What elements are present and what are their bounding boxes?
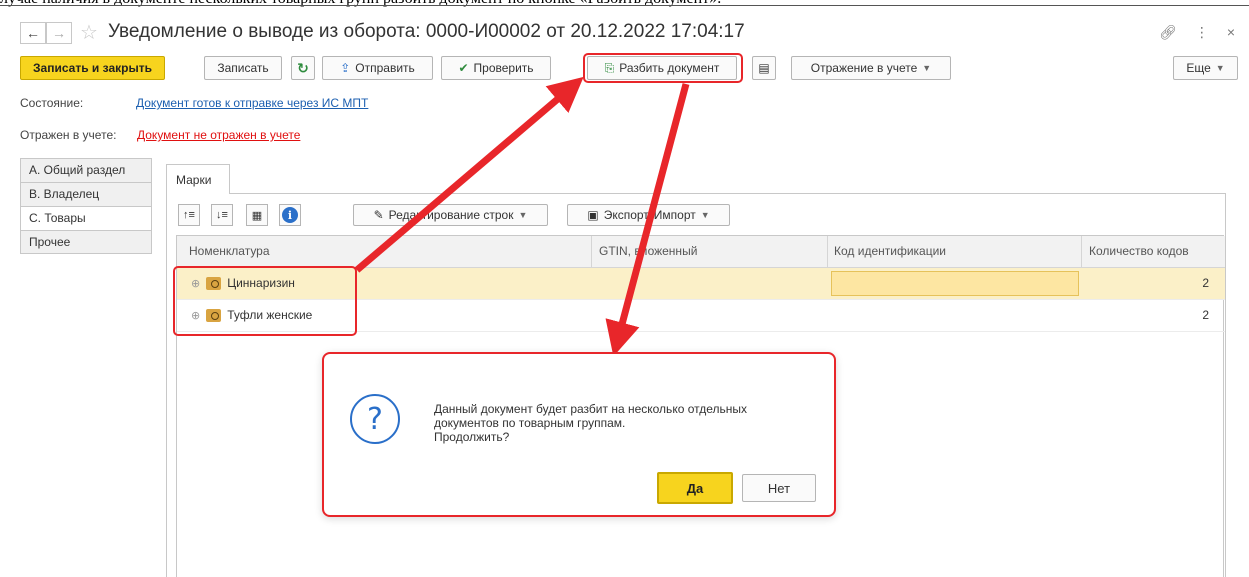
- save-and-close-button[interactable]: Записать и закрыть: [20, 56, 165, 80]
- dialog-message-line: Продолжить?: [434, 430, 510, 444]
- chevron-down-icon: ▼: [518, 210, 528, 220]
- sort-asc-button[interactable]: ↑≡: [178, 204, 200, 226]
- code-cell-active[interactable]: [831, 271, 1079, 296]
- qr-code-button[interactable]: ▦: [246, 204, 268, 226]
- state-label: Состояние:: [20, 96, 84, 110]
- save-and-close-label: Записать и закрыть: [33, 61, 152, 75]
- confirm-dialog: ? Данный документ будет разбит на нескол…: [322, 352, 836, 517]
- accounting-dropdown-button[interactable]: Отражение в учете ▼: [791, 56, 951, 80]
- export-label: Экспорт: [603, 208, 649, 222]
- info-icon: i: [282, 207, 298, 223]
- save-button[interactable]: Записать: [204, 56, 282, 80]
- info-button[interactable]: i: [279, 204, 301, 226]
- sort-asc-icon: ↑≡: [183, 209, 195, 221]
- send-icon: ⇪: [340, 61, 351, 75]
- link-icon[interactable]: 🔗︎: [1159, 24, 1177, 41]
- more-vertical-icon[interactable]: ⋮: [1195, 24, 1209, 41]
- sort-desc-button[interactable]: ↓≡: [211, 204, 233, 226]
- qr-code-icon: ▦: [251, 209, 263, 222]
- column-divider: [1081, 236, 1082, 268]
- window-controls: 🔗︎ ⋮ ×: [1159, 24, 1235, 41]
- annotation-box-split-button: [583, 53, 743, 83]
- send-button[interactable]: ⇪ Отправить: [322, 56, 433, 80]
- check-icon: ✔: [458, 61, 469, 75]
- import-label: Импорт: [653, 208, 696, 222]
- tab-marks[interactable]: Марки: [166, 164, 230, 194]
- chevron-down-icon: ▼: [922, 63, 932, 73]
- title-bar: ← → ☆ Уведомление о выводе из оборота: 0…: [0, 12, 1249, 48]
- export-import-dropdown[interactable]: ▣ Экспорт Импорт ▼: [567, 204, 730, 226]
- more-button[interactable]: Еще ▼: [1173, 56, 1238, 80]
- cropped-caption: лучае наличия в документе нескольких тов…: [0, 0, 1249, 8]
- tab-owner[interactable]: В. Владелец: [20, 182, 152, 206]
- question-icon: ?: [350, 394, 400, 444]
- row-quantity: 2: [1202, 276, 1209, 290]
- column-header-quantity[interactable]: Количество кодов: [1089, 244, 1189, 258]
- more-label: Еще: [1186, 61, 1211, 75]
- divider: [0, 5, 1249, 6]
- accounting-label: Отражение в учете: [810, 61, 918, 75]
- structure-icon: ▤: [758, 61, 770, 75]
- check-label: Проверить: [473, 61, 534, 75]
- tab-general[interactable]: А. Общий раздел: [20, 158, 152, 182]
- refresh-icon: ↻: [297, 60, 309, 76]
- sort-desc-icon: ↓≡: [216, 209, 228, 221]
- refresh-button[interactable]: ↻: [291, 56, 315, 80]
- arrow-right-icon: →: [52, 25, 66, 41]
- accounting-status-link[interactable]: Документ не отражен в учете: [137, 128, 300, 142]
- state-link[interactable]: Документ готов к отправке через ИС МПТ: [136, 96, 368, 110]
- dialog-message: Данный документ будет разбит на нескольк…: [434, 402, 814, 444]
- edit-rows-label: Редактирование строк: [388, 208, 514, 222]
- annotation-box-rows: [173, 266, 357, 336]
- accounting-status-label: Отражен в учете:: [20, 128, 117, 142]
- column-divider: [827, 236, 828, 268]
- row-quantity: 2: [1202, 308, 1209, 322]
- dialog-message-line: документов по товарным группам.: [434, 416, 626, 430]
- no-button[interactable]: Нет: [742, 474, 816, 502]
- window-title: Уведомление о выводе из оборота: 0000-И0…: [108, 21, 745, 42]
- forward-button[interactable]: →: [46, 22, 72, 44]
- column-header-gtin[interactable]: GTIN, вложенный: [599, 244, 697, 258]
- chevron-down-icon: ▼: [700, 210, 710, 220]
- structure-button[interactable]: ▤: [752, 56, 776, 80]
- cropped-caption-text: лучае наличия в документе нескольких тов…: [0, 0, 721, 8]
- tab-other[interactable]: Прочее: [20, 230, 152, 254]
- chevron-down-icon: ▼: [1215, 63, 1225, 73]
- pencil-icon: ✎: [373, 208, 384, 222]
- column-divider: [591, 236, 592, 268]
- back-button[interactable]: ←: [20, 22, 46, 44]
- yes-button[interactable]: Да: [657, 472, 733, 504]
- check-button[interactable]: ✔ Проверить: [441, 56, 551, 80]
- save-label: Записать: [217, 61, 269, 75]
- tab-goods[interactable]: С. Товары: [20, 206, 152, 230]
- favorite-star-icon[interactable]: ☆: [80, 20, 98, 45]
- column-header-code[interactable]: Код идентификации: [834, 244, 946, 258]
- dialog-message-line: Данный документ будет разбит на нескольк…: [434, 402, 747, 416]
- table-header: Номенклатура GTIN, вложенный Код идентиф…: [177, 236, 1225, 268]
- close-icon[interactable]: ×: [1227, 24, 1235, 41]
- section-tabs: А. Общий раздел В. Владелец С. Товары Пр…: [20, 158, 152, 254]
- send-label: Отправить: [355, 61, 415, 75]
- column-header-nomenclature[interactable]: Номенклатура: [189, 244, 270, 258]
- arrow-left-icon: ←: [26, 25, 40, 41]
- edit-rows-dropdown[interactable]: ✎ Редактирование строк ▼: [353, 204, 548, 226]
- floppy-disk-icon: ▣: [587, 208, 599, 222]
